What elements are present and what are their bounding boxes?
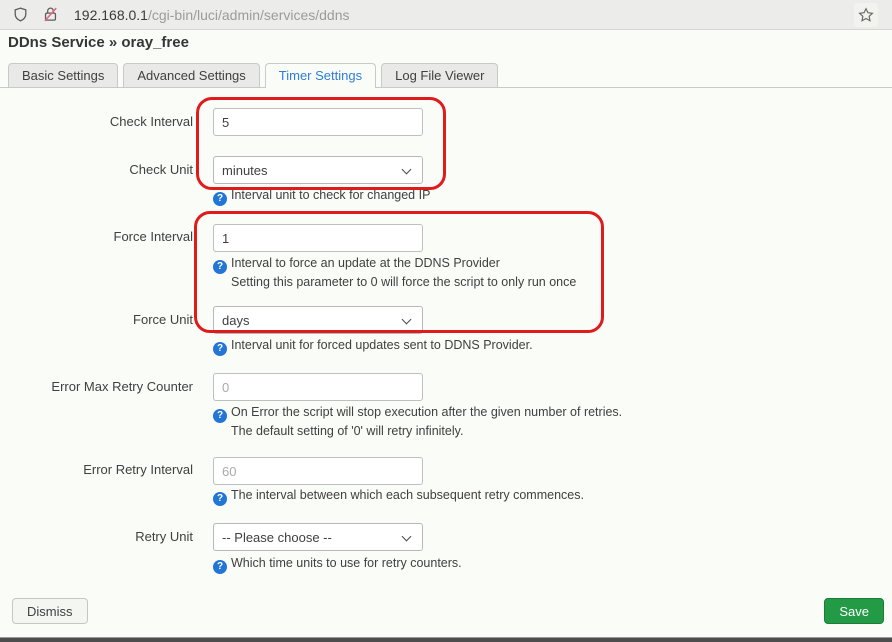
dismiss-button[interactable]: Dismiss: [12, 598, 88, 624]
force-interval-label: Force Interval: [8, 229, 193, 244]
check-unit-label: Check Unit: [8, 162, 193, 177]
browser-address-bar[interactable]: 192.168.0.1/cgi-bin/luci/admin/services/…: [0, 0, 892, 30]
chevron-down-icon: [402, 315, 412, 325]
tracking-shield-icon[interactable]: [8, 3, 32, 27]
help-icon: ?: [213, 342, 227, 356]
check-unit-help: ?Interval unit to check for changed IP: [213, 187, 430, 206]
check-unit-value: minutes: [222, 163, 268, 178]
help-icon: ?: [213, 560, 227, 574]
tab-log-file-viewer[interactable]: Log File Viewer: [381, 63, 498, 87]
force-unit-label: Force Unit: [8, 312, 193, 327]
help-icon: ?: [213, 409, 227, 423]
url-path: /cgi-bin/luci/admin/services/ddns: [148, 7, 350, 23]
error-max-retry-input[interactable]: [213, 373, 423, 401]
retry-unit-select[interactable]: -- Please choose --: [213, 523, 423, 551]
help-icon: ?: [213, 492, 227, 506]
chevron-down-icon: [402, 532, 412, 542]
help-icon: ?: [213, 260, 227, 274]
insecure-lock-icon[interactable]: [38, 3, 62, 27]
error-retry-interval-help: ?The interval between which each subsequ…: [213, 487, 584, 506]
force-unit-select[interactable]: days: [213, 306, 423, 334]
bookmark-star-icon[interactable]: [854, 3, 878, 27]
error-max-retry-label: Error Max Retry Counter: [8, 379, 193, 394]
error-retry-interval-input[interactable]: [213, 457, 423, 485]
force-interval-input[interactable]: [213, 224, 423, 252]
error-retry-interval-label: Error Retry Interval: [8, 462, 193, 477]
tab-advanced-settings[interactable]: Advanced Settings: [123, 63, 259, 87]
check-unit-select[interactable]: minutes: [213, 156, 423, 184]
chevron-down-icon: [402, 165, 412, 175]
tab-timer-settings[interactable]: Timer Settings: [265, 63, 376, 88]
force-unit-value: days: [222, 313, 249, 328]
check-interval-label: Check Interval: [8, 114, 193, 129]
tab-basic-settings[interactable]: Basic Settings: [8, 63, 118, 87]
help-icon: ?: [213, 192, 227, 206]
force-interval-help: ?Interval to force an update at the DDNS…: [213, 255, 576, 290]
check-interval-input[interactable]: [213, 108, 423, 136]
error-max-retry-help: ?On Error the script will stop execution…: [213, 404, 622, 439]
retry-unit-label: Retry Unit: [8, 529, 193, 544]
window-bottom-edge: [0, 637, 892, 642]
page-title: DDns Service » oray_free: [8, 34, 189, 51]
tab-bar: Basic Settings Advanced Settings Timer S…: [0, 63, 892, 88]
save-button[interactable]: Save: [824, 598, 884, 624]
force-unit-help: ?Interval unit for forced updates sent t…: [213, 337, 533, 356]
retry-unit-help: ?Which time units to use for retry count…: [213, 555, 462, 574]
retry-unit-value: -- Please choose --: [222, 530, 332, 545]
url-host: 192.168.0.1: [74, 7, 148, 23]
url-text[interactable]: 192.168.0.1/cgi-bin/luci/admin/services/…: [74, 7, 350, 23]
